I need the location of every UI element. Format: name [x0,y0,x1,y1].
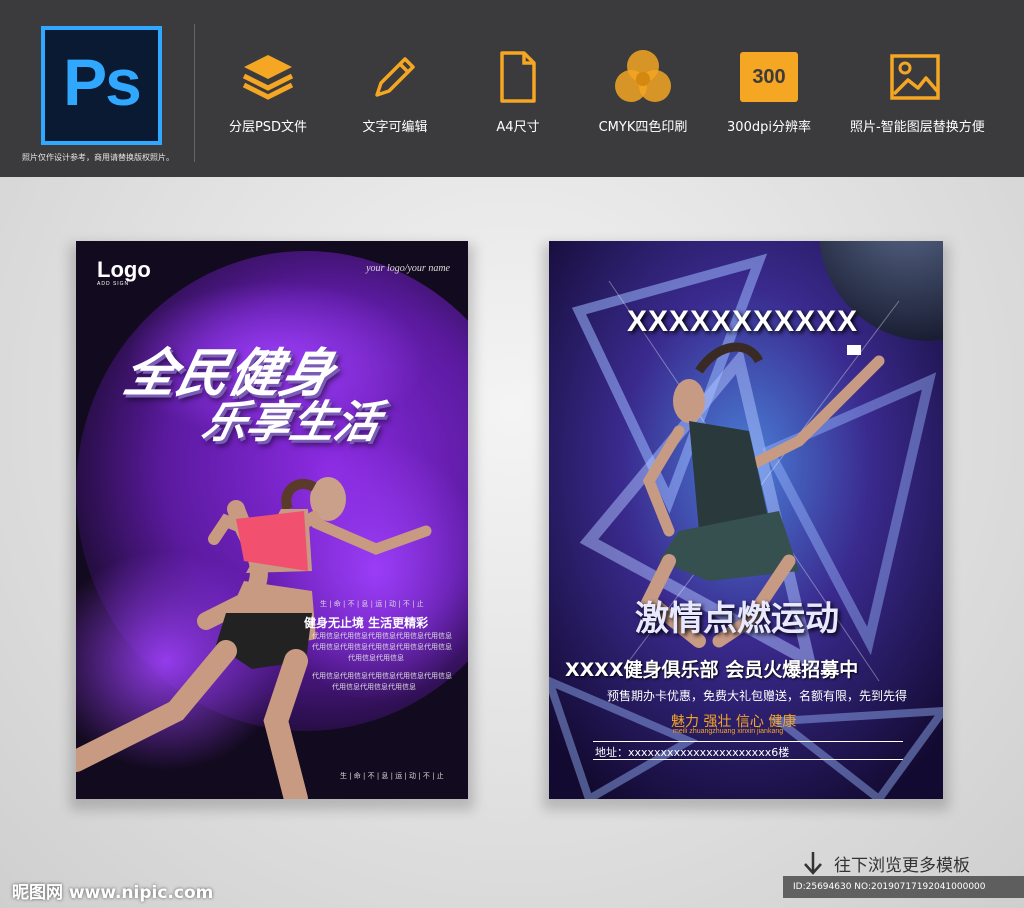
poster-fitness-galaxy: XXXXXXXXXXX 激情点燃运动 XXXX健身俱乐部 会员火爆招募中 预售期… [549,241,943,799]
feature-layers: 分层PSD文件 [203,48,333,135]
body-text: 代用信息代用信息代用信息代用信息代用信息 [312,672,452,680]
divider-line [593,759,903,760]
divider [194,24,195,162]
document-icon [500,51,536,103]
tagline-top: 生 | 命 | 不 | 息 | 运 | 动 | 不 | 止 [320,600,424,608]
browse-more-link[interactable]: 往下浏览更多模板 [802,850,970,876]
slogan: 健身无止境 生活更精彩 [304,616,429,630]
feature-editable-text: 文字可编辑 [330,48,460,135]
runner-photo [76,477,432,799]
tags-pinyin: meili zhuangzhuang xinxin jiankang [673,728,784,735]
poster-title: XXXXXXXXXXX [627,305,859,338]
body-text: 代用信息代用信息代用信息代用信息代用信息 [312,643,452,651]
image-id-bar: ID:25694630 NO:20190717192041000000 [783,876,1024,898]
poster-fitness-purple: Logo ADD SIGN your logo/your name 全民健身 乐享… [76,241,468,799]
photoshop-logo-icon: Ps [41,26,162,145]
divider-line [593,741,903,742]
disclaimer-note: 照片仅作设计参考，商用请替换版权照片。 [22,153,174,162]
club-recruit: XXXX健身俱乐部 会员火爆招募中 [565,659,859,681]
layers-icon [242,55,294,100]
dpi-badge-icon: 300 [740,52,798,102]
cmyk-circles-icon [615,50,671,102]
site-watermark-logo: 昵图网 www.nipic.com [12,883,214,903]
body-text: 代用信息代用信息 [348,654,404,662]
image-icon [890,54,940,100]
arrow-down-icon [804,852,822,875]
body-text: 代用信息代用信息代用信息 [332,683,416,691]
address: 地址：xxxxxxxxxxxxxxxxxxxxxx6楼 [595,746,790,759]
brand-logo: Logo ADD SIGN [97,257,151,287]
headline: 激情点燃运动 [635,599,839,639]
promo-text: 预售期办卡优惠，免费大礼包赠送，名额有限，先到先得 [607,689,908,703]
poster-title-line2: 乐享生活 [197,397,385,448]
feature-dpi: 300 300dpi分辨率 [704,48,834,135]
feature-cmyk: CMYK四色印刷 [578,48,708,135]
feature-a4: A4尺寸 [453,48,583,135]
feature-bar: Ps 照片仅作设计参考，商用请替换版权照片。 分层PSD文件 文字可编辑 A4尺… [0,0,1024,177]
your-logo-text: your logo/your name [366,263,450,274]
body-text: 代用信息代用信息代用信息代用信息代用信息 [312,632,452,640]
tagline-bottom: 生 | 命 | 不 | 息 | 运 | 动 | 不 | 止 [340,772,444,780]
feature-smart-layer: 照片-智能图层替换方便 [850,48,985,135]
pencil-icon [375,57,415,97]
